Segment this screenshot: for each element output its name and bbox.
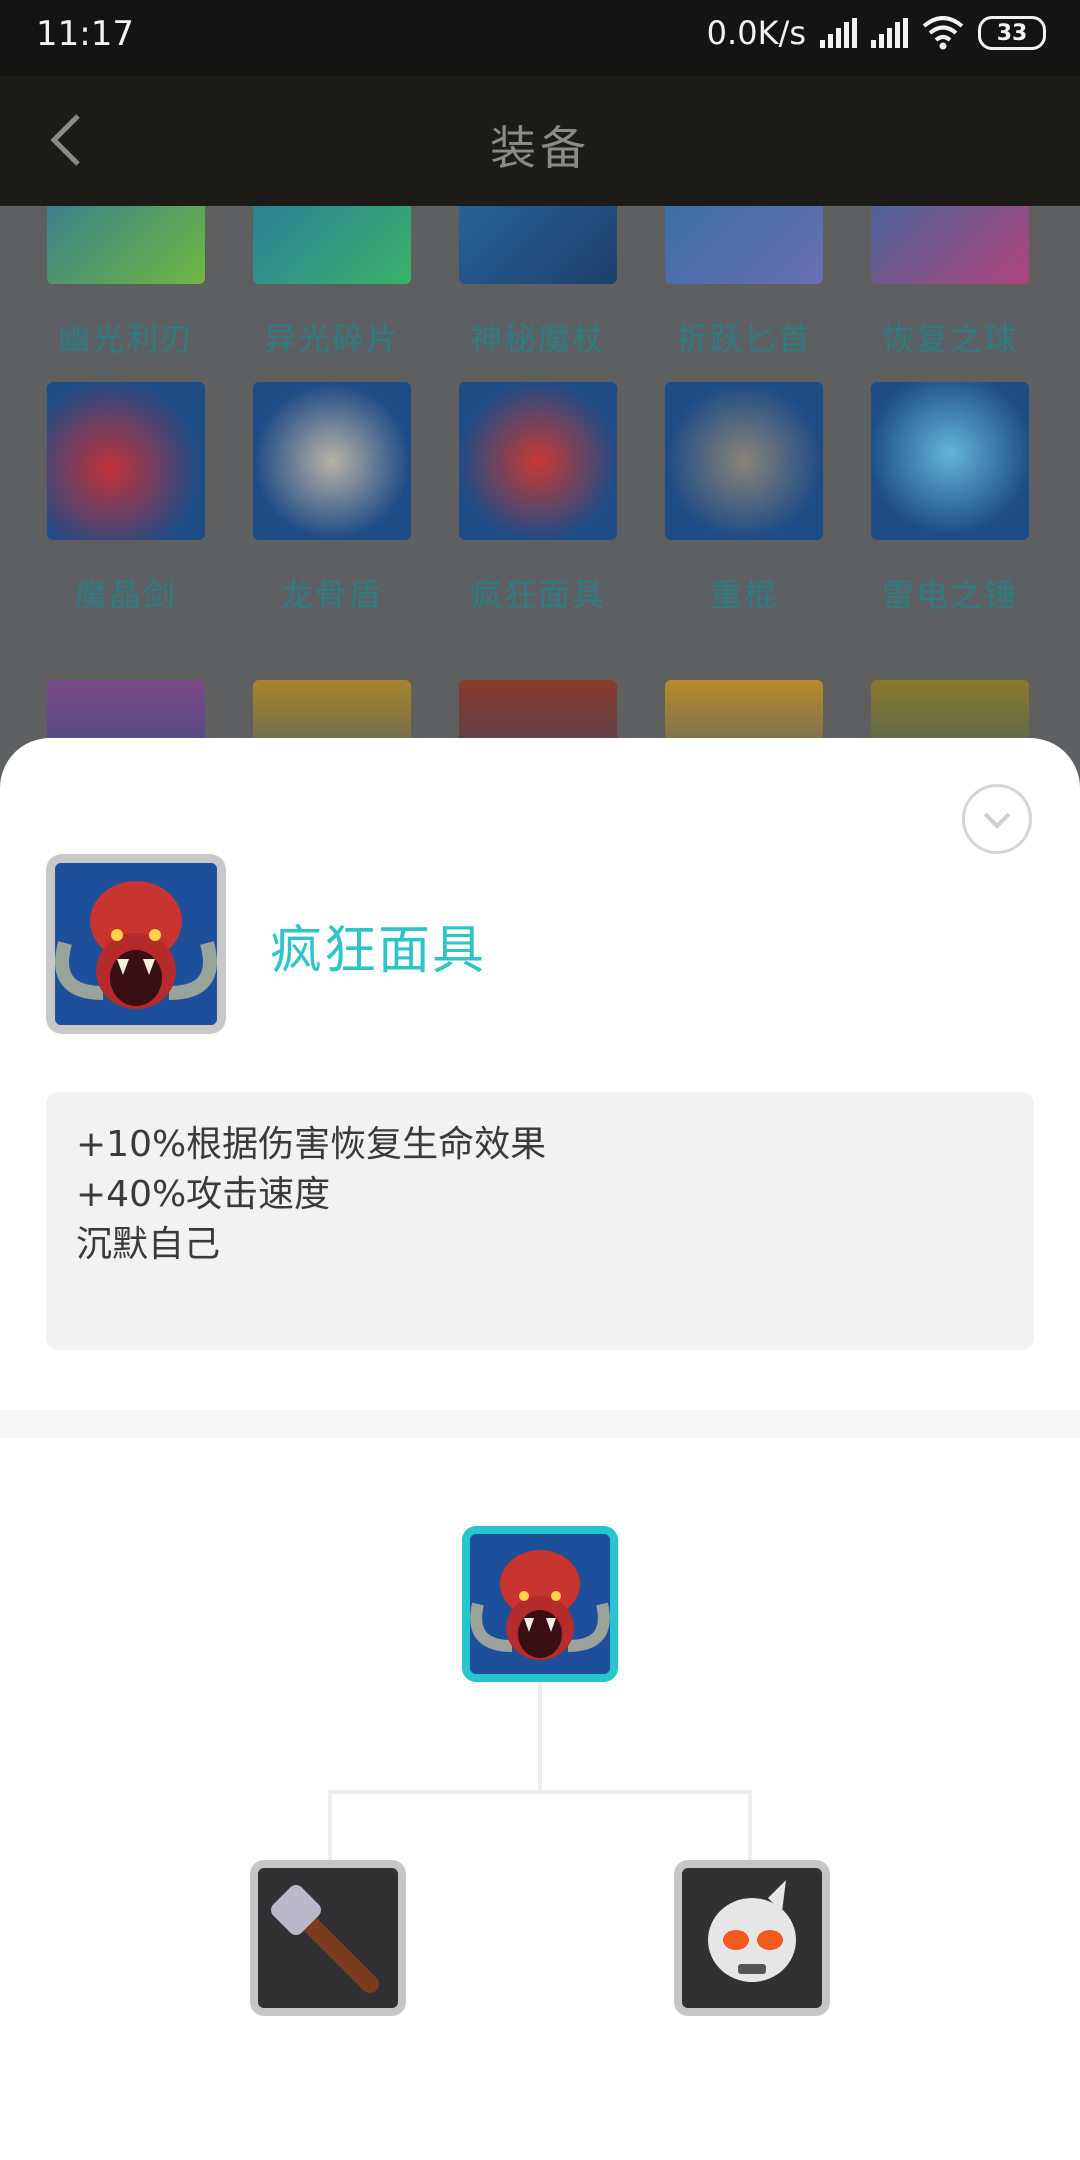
- demon-mask-icon: [470, 1534, 610, 1674]
- equipment-label: 疯狂面具: [469, 576, 606, 614]
- status-indicators: 0.0K/s 33: [707, 14, 1046, 52]
- equipment-tile: [37, 206, 215, 294]
- equipment-label: 重棍: [709, 576, 778, 614]
- description-line: 沉默自己: [76, 1224, 221, 1265]
- equipment-item[interactable]: 异光碎片: [242, 206, 422, 360]
- equipment-item[interactable]: 龙骨盾: [242, 372, 422, 616]
- description-line: +10%根据伤害恢复生命效果: [76, 1124, 547, 1165]
- equipment-tile: [861, 206, 1039, 294]
- item-name: 疯狂面具: [270, 921, 487, 981]
- equipment-item[interactable]: [242, 670, 422, 746]
- recipe-tree: [0, 1438, 1080, 2160]
- wifi-icon: [922, 16, 964, 50]
- equipment-item[interactable]: [448, 670, 628, 746]
- equipment-tile: [449, 670, 627, 746]
- equipment-item[interactable]: [860, 670, 1040, 746]
- equipment-tile: [655, 206, 833, 294]
- equipment-item[interactable]: 神秘魔杖: [448, 206, 628, 360]
- recipe-component-node[interactable]: [250, 1860, 406, 2016]
- equipment-label: 龙骨盾: [280, 576, 383, 614]
- equipment-grid: 幽光利刃 异光碎片 神秘魔杖 折跃匕首 恢复之球 魔晶剑 龙骨盾 疯狂面具 重棍…: [0, 206, 1080, 746]
- equipment-tile: [449, 206, 627, 294]
- equipment-item[interactable]: [654, 670, 834, 746]
- equipment-item[interactable]: 疯狂面具: [448, 372, 628, 616]
- club-icon: [258, 1868, 398, 2008]
- equipment-tile: [243, 372, 421, 550]
- page-title: 装备: [490, 121, 590, 175]
- section-divider: [0, 1410, 1080, 1438]
- skull-mask-icon: [682, 1868, 822, 2008]
- signal-icon: [820, 18, 857, 48]
- tree-connector: [538, 1682, 542, 1794]
- equipment-label: 雷电之锤: [881, 576, 1018, 614]
- item-detail-sheet: 疯狂面具 +10%根据伤害恢复生命效果 +40%攻击速度 沉默自己: [0, 738, 1080, 2160]
- equipment-label: 恢复之球: [881, 320, 1018, 358]
- recipe-component-node[interactable]: [674, 1860, 830, 2016]
- tree-connector: [748, 1790, 752, 1860]
- equipment-label: 异光碎片: [263, 320, 400, 358]
- equipment-tile: [37, 372, 215, 550]
- status-time: 11:17: [36, 14, 134, 54]
- equipment-label: 幽光利刃: [57, 320, 194, 358]
- item-icon: [46, 854, 226, 1034]
- equipment-item[interactable]: 幽光利刃: [36, 206, 216, 360]
- status-bar: 11:17 0.0K/s 33: [0, 0, 1080, 76]
- equipment-tile: [861, 670, 1039, 746]
- equipment-item[interactable]: [36, 670, 216, 746]
- equipment-tile: [655, 670, 833, 746]
- network-speed: 0.0K/s: [706, 14, 806, 52]
- chevron-down-circle-icon: [983, 812, 1011, 829]
- equipment-item[interactable]: 恢复之球: [860, 206, 1040, 360]
- equipment-tile: [449, 372, 627, 550]
- description-line: +40%攻击速度: [76, 1174, 331, 1215]
- equipment-tile: [37, 670, 215, 746]
- tree-connector: [328, 1790, 332, 1860]
- tree-connector: [328, 1790, 752, 1794]
- equipment-label: 折跃匕首: [675, 320, 812, 358]
- equipment-label: 魔晶剑: [74, 576, 177, 614]
- signal-icon: [871, 18, 908, 48]
- recipe-root-node[interactable]: [462, 1526, 618, 1682]
- equipment-label: 神秘魔杖: [469, 320, 606, 358]
- battery-icon: 33: [978, 16, 1046, 50]
- item-description: +10%根据伤害恢复生命效果 +40%攻击速度 沉默自己: [46, 1092, 1034, 1350]
- equipment-item[interactable]: 雷电之锤: [860, 372, 1040, 616]
- equipment-tile: [655, 372, 833, 550]
- collapse-button[interactable]: [962, 784, 1032, 854]
- equipment-tile: [243, 670, 421, 746]
- equipment-tile: [861, 372, 1039, 550]
- app-header: 装备: [0, 76, 1080, 206]
- equipment-item[interactable]: 重棍: [654, 372, 834, 616]
- demon-mask-icon: [55, 863, 217, 1025]
- equipment-item[interactable]: 折跃匕首: [654, 206, 834, 360]
- equipment-tile: [243, 206, 421, 294]
- equipment-item[interactable]: 魔晶剑: [36, 372, 216, 616]
